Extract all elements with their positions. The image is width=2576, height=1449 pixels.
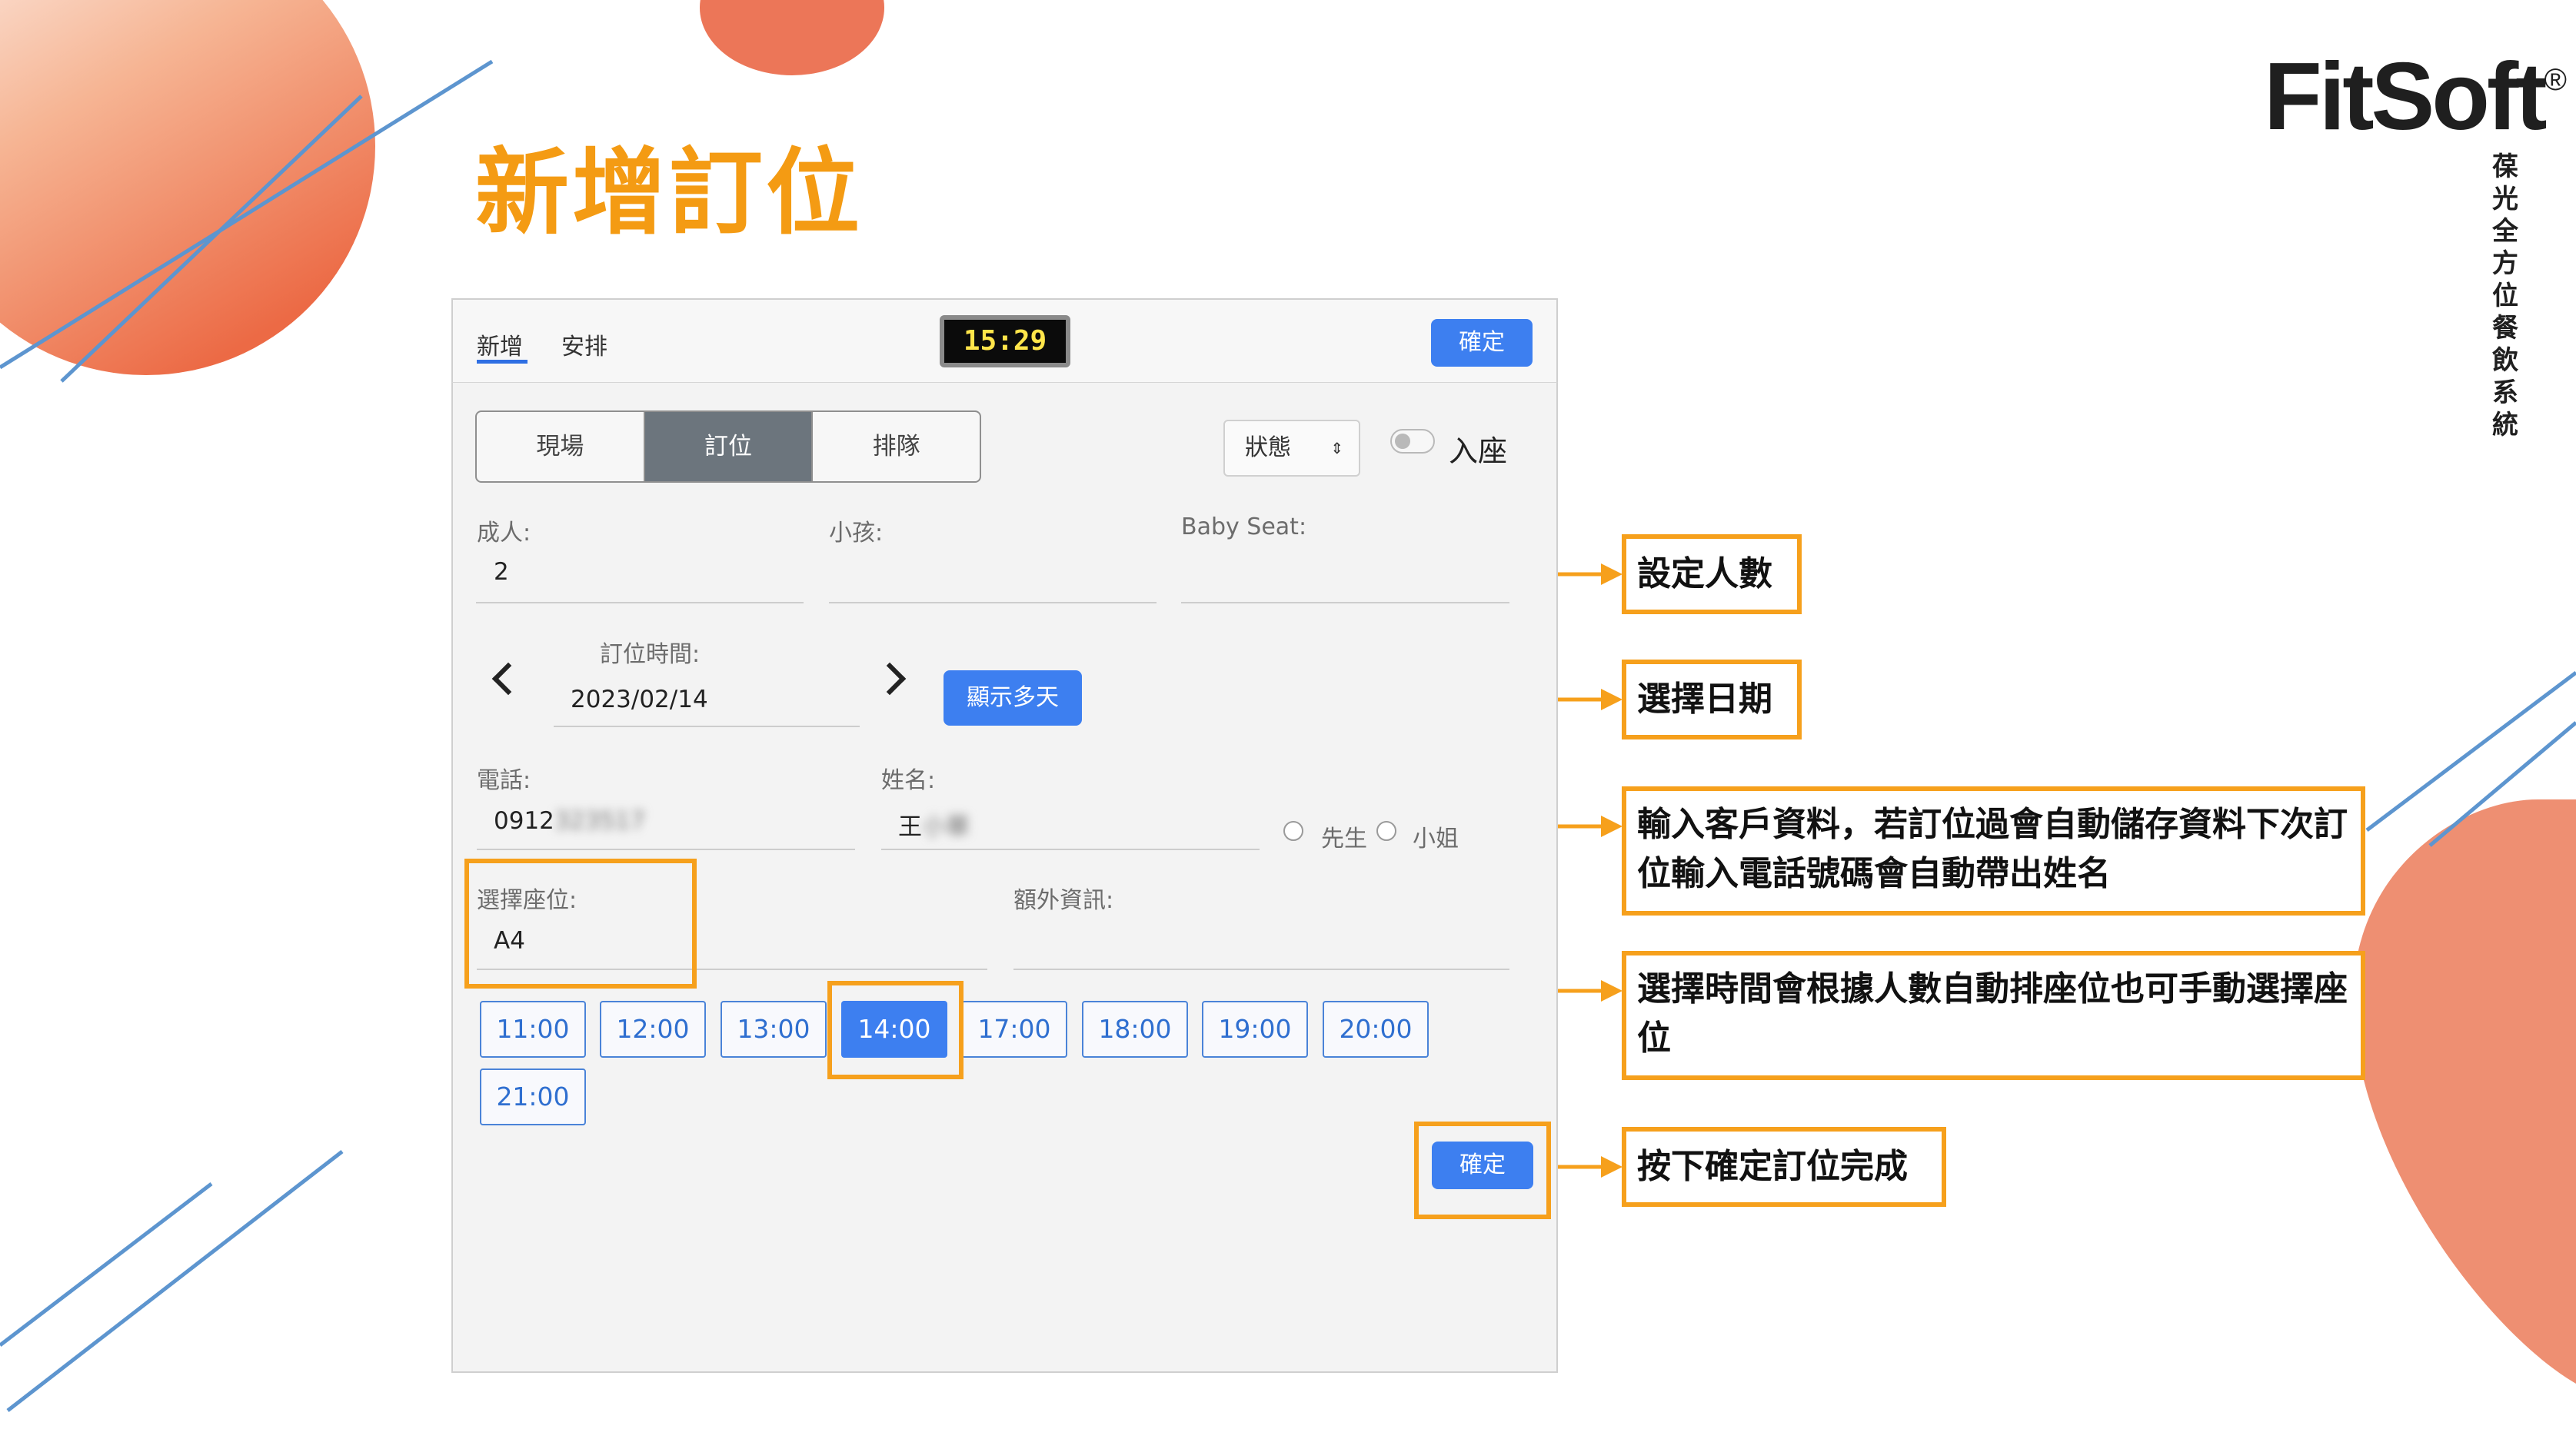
time-slot-button[interactable]: 17:00 [961,1001,1067,1058]
name-label: 姓名: [881,767,936,794]
salutation-mr-label: 先生 [1321,826,1367,852]
phone-input[interactable]: 0912323517 [494,807,645,835]
extra-info-input[interactable] [1013,969,1509,970]
phone-underline [477,849,855,850]
children-input[interactable] [829,602,1157,603]
clock-display: 15:29 [940,315,1070,367]
deco-line [6,1150,344,1412]
tab-arrange[interactable]: 安排 [561,327,607,361]
slide-title: 新增訂位 [475,138,863,248]
adults-input[interactable]: 2 [494,558,509,586]
status-select[interactable]: 狀態 ⇕ [1223,420,1360,477]
confirm-highlight-box [1414,1122,1551,1219]
active-tab-indicator [477,360,528,364]
show-multiple-days-button[interactable]: 顯示多天 [944,670,1082,726]
name-masked: 小華 [922,813,970,841]
brand-registered-mark: ® [2544,63,2568,97]
time-slot-button[interactable]: 20:00 [1323,1001,1429,1058]
brand-logo: FitSoft® [2264,49,2568,145]
tab-add[interactable]: 新增 [477,327,523,361]
time-slot-button[interactable]: 18:00 [1082,1001,1188,1058]
time-slot-button[interactable]: 13:00 [721,1001,827,1058]
name-underline [881,849,1260,850]
brand-name: FitSoft [2264,44,2548,150]
name-visible-prefix: 王 [898,813,922,841]
salutation-ms-radio[interactable] [1376,821,1396,841]
seated-toggle[interactable] [1390,429,1435,454]
phone-label: 電話: [477,767,531,794]
seat-highlight-box [464,859,697,989]
deco-line [0,1182,213,1347]
segment-reservation[interactable]: 訂位 [644,412,814,481]
salutation-mr-radio[interactable] [1283,821,1303,841]
callout-customer-info: 輸入客戶資料，若訂位過會自動儲存資料下次訂位輸入電話號碼會自動帶出姓名 [1622,786,2365,916]
segment-walk-in[interactable]: 現場 [477,412,645,481]
brand-subtitle: 葆光全方位餐飲系統 [2492,151,2518,440]
select-caret-icon: ⇕ [1330,439,1343,457]
top-left-circle [0,0,375,375]
baby-seat-input[interactable] [1181,602,1509,603]
callout-time-seat: 選擇時間會根據人數自動排座位也可手動選擇座位 [1622,951,2365,1080]
booking-date-underline [554,726,860,727]
adults-underline [476,602,804,603]
booking-time-label: 訂位時間: [600,641,701,668]
confirm-button-top[interactable]: 確定 [1431,319,1533,367]
right-blob [2353,799,2576,1384]
toggle-knob [1395,434,1410,449]
time-slot-button[interactable]: 21:00 [480,1068,586,1125]
name-input[interactable]: 王小華 [898,807,970,842]
time-slot-button[interactable]: 11:00 [480,1001,586,1058]
top-blob [700,0,884,75]
seated-toggle-label: 入座 [1449,434,1508,468]
phone-visible-prefix: 0912 [494,807,554,835]
adults-label: 成人: [477,520,531,547]
callout-confirm: 按下確定訂位完成 [1622,1127,1946,1207]
mode-segmented-control: 現場 訂位 排隊 [475,410,981,483]
callout-select-date: 選擇日期 [1622,660,1802,739]
baby-seat-label: Baby Seat: [1181,513,1307,540]
extra-info-label: 額外資訊: [1013,887,1114,914]
callout-party-size: 設定人數 [1622,534,1802,614]
booking-date-input[interactable]: 2023/02/14 [571,686,708,713]
status-select-value: 狀態 [1245,434,1291,461]
time-slot-button[interactable]: 12:00 [600,1001,706,1058]
phone-masked-digits: 323517 [554,807,646,835]
children-label: 小孩: [829,520,884,547]
time-highlight-box [827,981,964,1079]
segment-queue[interactable]: 排隊 [813,412,980,481]
salutation-ms-label: 小姐 [1413,826,1459,852]
time-slot-button[interactable]: 19:00 [1202,1001,1308,1058]
